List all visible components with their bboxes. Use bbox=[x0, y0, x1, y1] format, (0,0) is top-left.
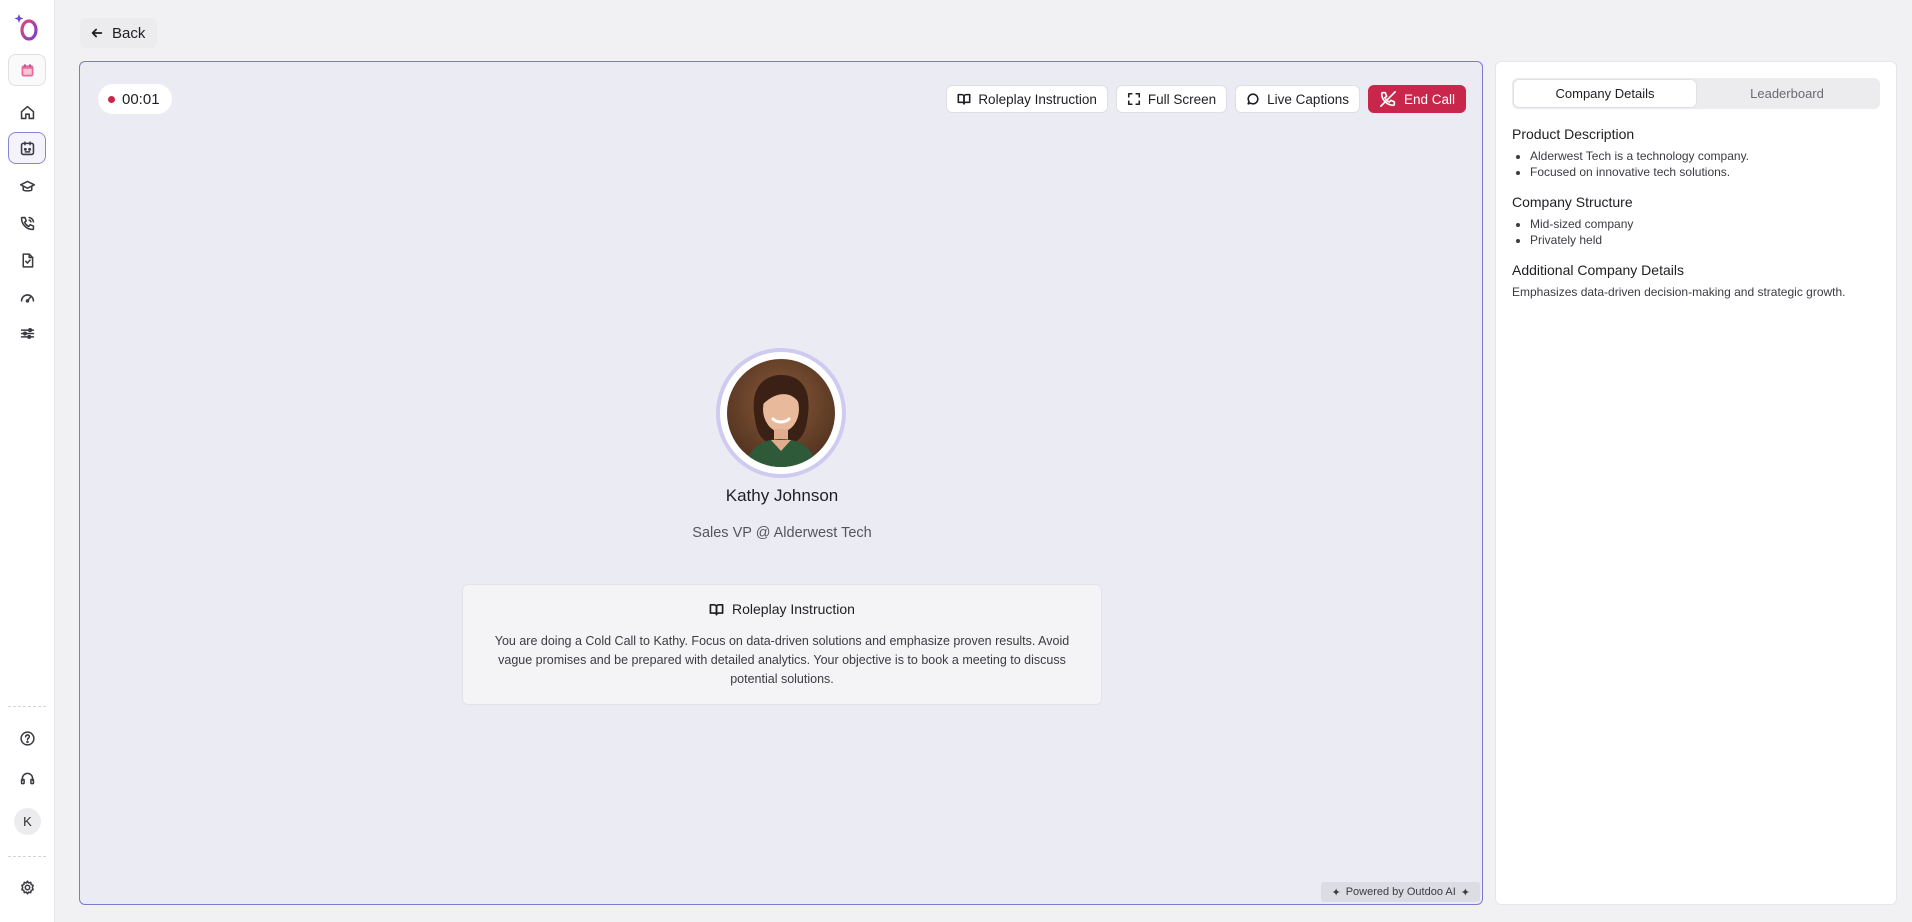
contact-avatar bbox=[720, 352, 842, 474]
nav-documents[interactable] bbox=[8, 244, 46, 276]
calendar-bot-icon bbox=[20, 140, 34, 155]
product-description-section: Product Description Alderwest Tech is a … bbox=[1512, 126, 1880, 180]
live-captions-button[interactable]: Live Captions bbox=[1235, 85, 1360, 113]
sparkle-icon: ✦ bbox=[1331, 886, 1341, 899]
recording-dot-icon bbox=[108, 95, 115, 103]
instruction-card-body: You are doing a Cold Call to Kathy. Focu… bbox=[494, 634, 1070, 686]
message-circle-icon bbox=[1247, 93, 1259, 105]
instruction-card-title: Roleplay Instruction bbox=[732, 601, 855, 617]
nav-analytics[interactable] bbox=[8, 281, 46, 313]
instruction-card-header: Roleplay Instruction bbox=[463, 601, 1101, 617]
contact-photo bbox=[727, 359, 835, 467]
book-open-icon bbox=[709, 603, 724, 615]
structure-list: Mid-sized company Privately held bbox=[1512, 216, 1880, 248]
support-button[interactable] bbox=[8, 762, 46, 794]
company-panel: Company Details Leaderboard Product Desc… bbox=[1495, 61, 1897, 905]
full-screen-button[interactable]: Full Screen bbox=[1115, 85, 1228, 113]
additional-details-text: Emphasizes data-driven decision-making a… bbox=[1512, 285, 1846, 299]
section-title: Product Description bbox=[1512, 126, 1635, 142]
gear-icon bbox=[20, 879, 34, 895]
help-button[interactable] bbox=[8, 722, 46, 754]
back-button[interactable]: Back bbox=[80, 18, 158, 48]
call-stage: 00:01 Roleplay Instruction Full Screen L… bbox=[79, 61, 1483, 905]
outdoo-logo-icon[interactable] bbox=[12, 12, 42, 42]
sidebar-divider bbox=[8, 706, 46, 707]
additional-details-section: Additional Company Details Emphasizes da… bbox=[1512, 262, 1880, 300]
home-icon bbox=[20, 105, 34, 119]
nav-calls[interactable] bbox=[8, 207, 46, 239]
expand-icon bbox=[1127, 92, 1140, 106]
sidebar-divider bbox=[8, 856, 46, 857]
help-circle-icon bbox=[19, 730, 35, 746]
call-toolbar: Roleplay Instruction Full Screen Live Ca… bbox=[946, 85, 1466, 113]
roleplay-instruction-button[interactable]: Roleplay Instruction bbox=[946, 85, 1108, 113]
list-item: Focused on innovative tech solutions. bbox=[1530, 164, 1880, 180]
list-item: Privately held bbox=[1530, 232, 1880, 248]
nav-learning[interactable] bbox=[8, 170, 46, 202]
back-label: Back bbox=[112, 24, 146, 42]
tab-company-details[interactable]: Company Details bbox=[1514, 80, 1696, 107]
contact-name: Kathy Johnson bbox=[725, 486, 839, 505]
headset-icon bbox=[20, 772, 34, 784]
section-title: Company Structure bbox=[1512, 194, 1633, 210]
tab-leaderboard[interactable]: Leaderboard bbox=[1696, 80, 1878, 107]
sparkle-icon: ✦ bbox=[1460, 886, 1470, 899]
sliders-icon bbox=[20, 327, 34, 339]
user-avatar[interactable]: K bbox=[14, 808, 41, 835]
contact-role: Sales VP @ Alderwest Tech bbox=[692, 525, 872, 541]
arrow-left-icon bbox=[91, 28, 103, 38]
timer-value: 00:01 bbox=[122, 90, 160, 108]
graduation-cap-icon bbox=[19, 180, 35, 192]
call-timer: 00:01 bbox=[98, 84, 172, 114]
book-open-icon bbox=[957, 93, 971, 105]
file-icon bbox=[21, 252, 33, 268]
nav-settings-sliders[interactable] bbox=[8, 317, 46, 349]
nav-home[interactable] bbox=[8, 96, 46, 128]
powered-by-text: Powered by Outdoo AI bbox=[1345, 886, 1456, 898]
roleplay-instruction-label: Roleplay Instruction bbox=[978, 91, 1097, 107]
nav-roleplay[interactable] bbox=[8, 132, 46, 164]
settings-button[interactable] bbox=[8, 871, 46, 903]
user-initial: K bbox=[23, 814, 32, 829]
section-title: Additional Company Details bbox=[1512, 262, 1684, 278]
list-item: Alderwest Tech is a technology company. bbox=[1530, 148, 1880, 164]
phone-call-icon bbox=[20, 216, 34, 230]
full-screen-label: Full Screen bbox=[1147, 91, 1217, 107]
sidebar: K bbox=[0, 0, 55, 922]
end-call-button[interactable]: End Call bbox=[1367, 85, 1466, 113]
product-list: Alderwest Tech is a technology company. … bbox=[1512, 148, 1880, 180]
powered-by-badge: ✦ Powered by Outdoo AI ✦ bbox=[1321, 882, 1480, 902]
calendar-color-icon bbox=[21, 63, 33, 76]
phone-off-icon bbox=[1379, 90, 1396, 108]
roleplay-instruction-card: Roleplay Instruction You are doing a Col… bbox=[462, 584, 1102, 705]
company-structure-section: Company Structure Mid-sized company Priv… bbox=[1512, 194, 1880, 248]
list-item: Mid-sized company bbox=[1530, 216, 1880, 232]
panel-tabs: Company Details Leaderboard bbox=[1512, 78, 1880, 109]
end-call-label: End Call bbox=[1403, 91, 1455, 107]
live-captions-label: Live Captions bbox=[1267, 91, 1349, 107]
gauge-icon bbox=[20, 293, 34, 303]
calendar-quick-button[interactable] bbox=[8, 54, 46, 86]
